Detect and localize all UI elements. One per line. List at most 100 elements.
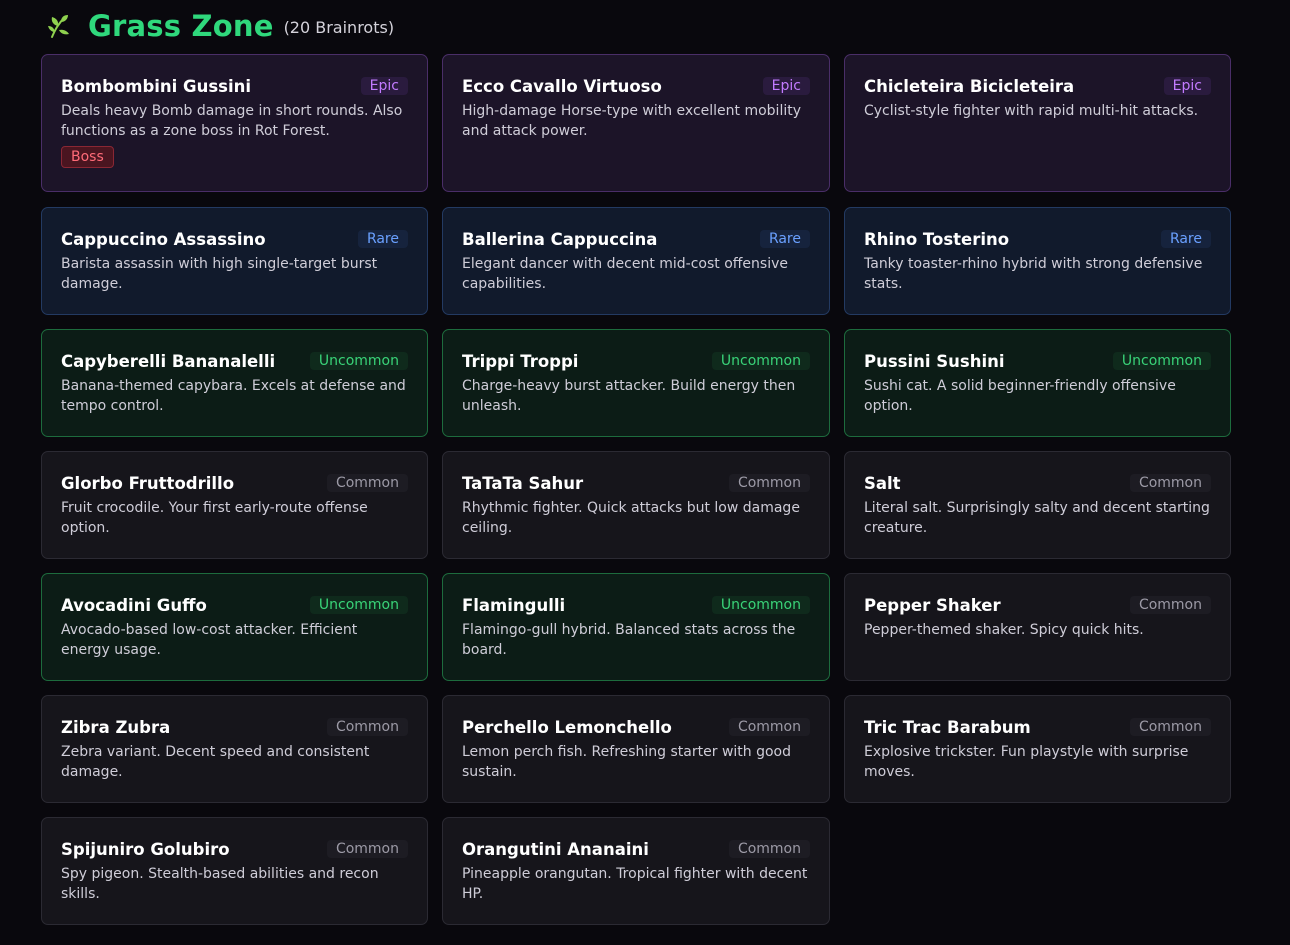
brainrot-card[interactable]: Trippi Troppi Uncommon Charge-heavy burst … — [442, 329, 830, 437]
card-header: Glorbo Fruttodrillo Common — [61, 472, 408, 494]
brainrot-card[interactable]: Glorbo Fruttodrillo Common Fruit crocodile… — [41, 451, 428, 559]
card-header: TaTaTa Sahur Common — [462, 472, 810, 494]
card-description: Literal salt. Surprisingly salty and dec… — [864, 500, 1210, 536]
rarity-badge: Common — [728, 474, 810, 492]
brainrot-card[interactable]: Zibra Zubra Common Zebra variant. Decent s… — [41, 695, 428, 803]
brainrot-card[interactable]: Rhino Tosterino Rare Tanky toaster-rhino h… — [844, 207, 1231, 315]
brainrot-card[interactable]: Ballerina Cappuccina Rare Elegant dancer w… — [442, 207, 830, 315]
rarity-badge: Common — [326, 718, 408, 736]
card-name: Chicleteira Bicicleteira — [864, 76, 1075, 96]
card-description: Zebra variant. Decent speed and consiste… — [61, 744, 370, 780]
card-name: Bombombini Gussini — [61, 76, 252, 96]
brainrot-card[interactable]: Pepper Shaker Common Pepper-themed shaker.… — [844, 573, 1231, 681]
card-description: Rhythmic fighter. Quick attacks but low … — [462, 500, 800, 536]
card-name: Avocadini Guffo — [61, 595, 207, 615]
card-name: Ecco Cavallo Virtuoso — [462, 76, 662, 96]
card-description: Explosive trickster. Fun playstyle with … — [864, 744, 1189, 780]
card-name: Trippi Troppi — [462, 351, 579, 371]
card-header: Rhino Tosterino Rare — [864, 228, 1211, 250]
card-name: Flamingulli — [462, 595, 566, 615]
card-name: Salt — [864, 473, 901, 493]
card-name: Perchello Lemonchello — [462, 717, 672, 737]
rarity-badge: Rare — [1160, 230, 1211, 248]
rarity-badge: Epic — [1163, 77, 1211, 95]
card-name: Cappuccino Assassino — [61, 229, 266, 249]
rarity-badge: Epic — [762, 77, 810, 95]
card-name: Orangutini Ananaini — [462, 839, 649, 859]
brainrot-card[interactable]: Tric Trac Barabum Common Explosive trickst… — [844, 695, 1231, 803]
card-header: Salt Common — [864, 472, 1211, 494]
brainrot-card[interactable]: Orangutini Ananaini Common Pineapple orang… — [442, 817, 830, 925]
card-description: Pineapple orangutan. Tropical fighter wi… — [462, 866, 808, 902]
card-header: Pussini Sushini Uncommon — [864, 350, 1211, 372]
card-name: Ballerina Cappuccina — [462, 229, 658, 249]
card-description: High-damage Horse-type with excellent mo… — [462, 103, 802, 139]
boss-badge: Boss — [61, 146, 114, 168]
card-name: Rhino Tosterino — [864, 229, 1010, 249]
card-header: Spijuniro Golubiro Common — [61, 838, 408, 860]
brainrot-card[interactable]: Flamingulli Uncommon Flamingo-gull hybrid.… — [442, 573, 830, 681]
card-description: Sushi cat. A solid beginner-friendly off… — [864, 378, 1176, 414]
zone-header: Grass Zone (20 Brainrots) — [46, 8, 394, 44]
card-name: Pussini Sushini — [864, 351, 1005, 371]
card-description: Flamingo-gull hybrid. Balanced stats acr… — [462, 622, 796, 658]
card-description: Cyclist-style fighter with rapid multi-h… — [864, 103, 1199, 119]
card-header: Capyberelli Bananalelli Uncommon — [61, 350, 408, 372]
rarity-badge: Uncommon — [309, 352, 408, 370]
brainrot-card[interactable]: Perchello Lemonchello Common Lemon perch f… — [442, 695, 830, 803]
card-header: Cappuccino Assassino Rare — [61, 228, 408, 250]
card-description: Spy pigeon. Stealth-based abilities and … — [61, 866, 379, 902]
rarity-badge: Rare — [759, 230, 810, 248]
brainrot-card[interactable]: Salt Common Literal salt. Surprisingly sal… — [844, 451, 1231, 559]
card-name: Zibra Zubra — [61, 717, 171, 737]
card-description: Charge-heavy burst attacker. Build energ… — [462, 378, 796, 414]
brainrot-card[interactable]: Bombombini Gussini Epic Deals heavy Bomb d… — [41, 54, 428, 192]
rarity-badge: Common — [326, 840, 408, 858]
card-header: Perchello Lemonchello Common — [462, 716, 810, 738]
card-header: Tric Trac Barabum Common — [864, 716, 1211, 738]
brainrot-card[interactable]: Cappuccino Assassino Rare Barista assassin… — [41, 207, 428, 315]
card-name: Capyberelli Bananalelli — [61, 351, 276, 371]
rarity-badge: Uncommon — [711, 596, 810, 614]
card-header: Zibra Zubra Common — [61, 716, 408, 738]
card-description: Deals heavy Bomb damage in short rounds.… — [61, 103, 403, 139]
brainrot-grid: Bombombini Gussini Epic Deals heavy Bomb d… — [41, 54, 1231, 939]
card-description: Elegant dancer with decent mid-cost offe… — [462, 256, 788, 292]
card-header: Orangutini Ananaini Common — [462, 838, 810, 860]
rarity-badge: Common — [1129, 596, 1211, 614]
brainrot-card[interactable]: Ecco Cavallo Virtuoso Epic High-damage Hor… — [442, 54, 830, 192]
rarity-badge: Rare — [357, 230, 408, 248]
card-name: Glorbo Fruttodrillo — [61, 473, 235, 493]
rarity-badge: Common — [326, 474, 408, 492]
rarity-badge: Common — [728, 840, 810, 858]
card-header: Avocadini Guffo Uncommon — [61, 594, 408, 616]
card-description: Barista assassin with high single-target… — [61, 256, 378, 292]
card-name: Tric Trac Barabum — [864, 717, 1031, 737]
card-header: Bombombini Gussini Epic — [61, 75, 408, 97]
card-header: Ballerina Cappuccina Rare — [462, 228, 810, 250]
brainrot-card[interactable]: Avocadini Guffo Uncommon Avocado-based low… — [41, 573, 428, 681]
rarity-badge: Uncommon — [309, 596, 408, 614]
rarity-badge: Epic — [360, 77, 408, 95]
card-name: TaTaTa Sahur — [462, 473, 584, 493]
card-description: Banana-themed capybara. Excels at defens… — [61, 378, 406, 414]
card-name: Pepper Shaker — [864, 595, 1001, 615]
brainrot-card[interactable]: Chicleteira Bicicleteira Epic Cyclist-styl… — [844, 54, 1231, 192]
card-header: Trippi Troppi Uncommon — [462, 350, 810, 372]
brainrot-card[interactable]: Spijuniro Golubiro Common Spy pigeon. Stea… — [41, 817, 428, 925]
zone-title: Grass Zone — [88, 9, 274, 43]
rarity-badge: Common — [728, 718, 810, 736]
card-header: Pepper Shaker Common — [864, 594, 1211, 616]
rarity-badge: Common — [1129, 474, 1211, 492]
card-header: Ecco Cavallo Virtuoso Epic — [462, 75, 810, 97]
brainrot-card[interactable]: Capyberelli Bananalelli Uncommon Banana-th… — [41, 329, 428, 437]
rarity-badge: Uncommon — [711, 352, 810, 370]
brainrot-card[interactable]: Pussini Sushini Uncommon Sushi cat. A soli… — [844, 329, 1231, 437]
card-header: Flamingulli Uncommon — [462, 594, 810, 616]
card-description: Fruit crocodile. Your first early-route … — [61, 500, 368, 536]
brainrot-card[interactable]: TaTaTa Sahur Common Rhythmic fighter. Quic… — [442, 451, 830, 559]
card-description: Pepper-themed shaker. Spicy quick hits. — [864, 622, 1144, 638]
card-description: Avocado-based low-cost attacker. Efficie… — [61, 622, 358, 658]
card-description: Tanky toaster-rhino hybrid with strong d… — [864, 256, 1203, 292]
brainrot-count: (20 Brainrots) — [283, 18, 395, 37]
